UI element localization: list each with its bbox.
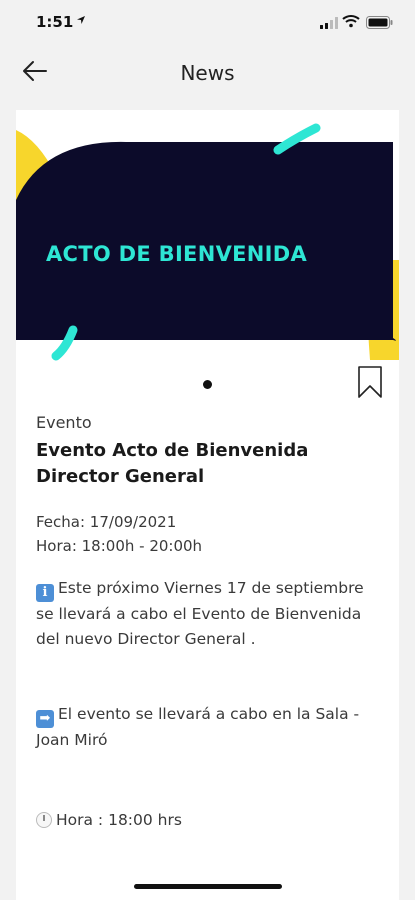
page-title: News xyxy=(180,61,235,85)
paragraph-3-text: Hora : 18:00 hrs xyxy=(56,811,182,829)
home-indicator[interactable] xyxy=(134,884,282,889)
article-paragraph-2: ➡ El evento se llevará a cabo en la Sala … xyxy=(36,702,381,753)
wifi-icon xyxy=(342,13,360,32)
article-category: Evento xyxy=(36,413,92,432)
info-icon: i xyxy=(36,584,54,602)
article-meta: Fecha: 17/09/2021 Hora: 18:00h - 20:00h xyxy=(36,510,381,558)
banner-title: ACTO DE BIENVENIDA xyxy=(46,242,308,266)
header: News xyxy=(0,44,415,108)
signal-icon xyxy=(320,14,338,33)
article-paragraph-3: Hora : 18:00 hrs xyxy=(36,808,381,833)
right-arrow-icon: ➡ xyxy=(36,710,54,728)
article-time: Hora: 18:00h - 20:00h xyxy=(36,537,203,555)
banner-image[interactable]: ACTO DE BIENVENIDA xyxy=(16,120,399,375)
status-time: 1:51 xyxy=(36,13,74,31)
paragraph-1-text: Este próximo Viernes 17 de septiembre se… xyxy=(36,579,364,648)
bookmark-icon[interactable] xyxy=(357,366,383,398)
status-bar: 1:51 xyxy=(0,0,415,44)
battery-icon xyxy=(366,14,393,33)
paragraph-2-text: El evento se llevará a cabo en la Sala -… xyxy=(36,705,360,749)
news-card: ACTO DE BIENVENIDA Evento Evento Acto de… xyxy=(16,110,399,900)
article-title: Evento Acto de Bienvenida Director Gener… xyxy=(36,440,309,487)
clock-icon xyxy=(36,812,52,828)
article-body: Evento Evento Acto de Bienvenida Directo… xyxy=(36,413,381,833)
article-paragraph-1: i Este próximo Viernes 17 de septiembre s… xyxy=(36,576,381,652)
location-arrow-icon xyxy=(76,15,86,28)
article-date: Fecha: 17/09/2021 xyxy=(36,513,177,531)
carousel-dot-active[interactable] xyxy=(203,380,212,389)
